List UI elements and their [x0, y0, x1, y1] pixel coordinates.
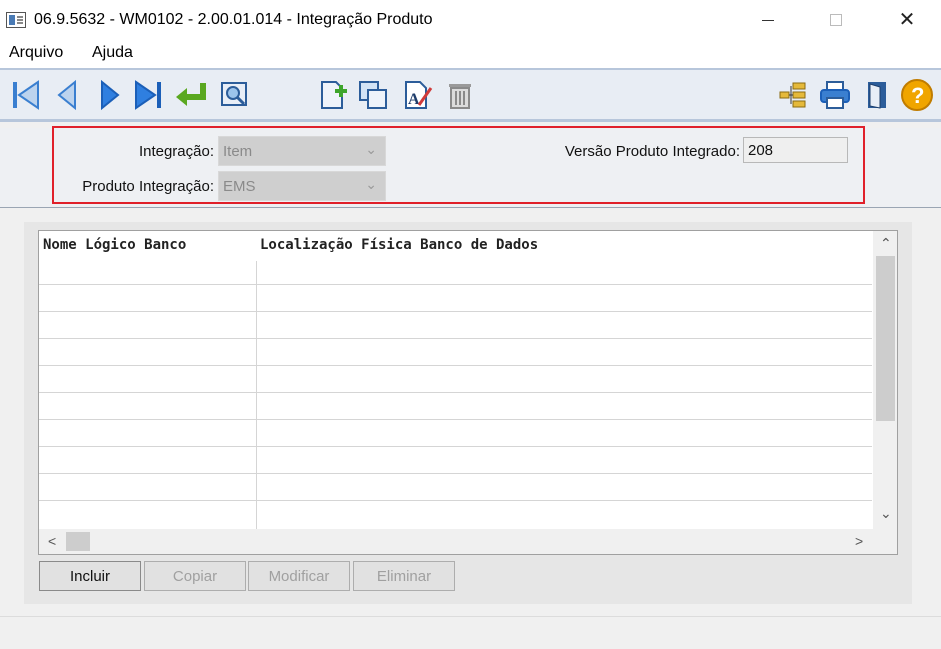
window-title: 06.9.5632 - WM0102 - 2.00.01.014 - Integ…	[34, 11, 433, 28]
previous-record-button[interactable]	[50, 78, 84, 112]
close-button[interactable]: ✕	[884, 0, 930, 40]
app-icon	[6, 12, 26, 28]
scroll-right-icon[interactable]: >	[855, 533, 863, 549]
tree-icon	[779, 82, 806, 108]
maximize-button[interactable]	[813, 0, 859, 40]
menu-arquivo[interactable]: Arquivo	[9, 44, 63, 62]
edit-icon: A	[405, 81, 433, 109]
highlight-box	[52, 126, 865, 204]
print-button[interactable]	[818, 78, 852, 112]
last-record-button[interactable]	[132, 78, 166, 112]
column-header-nome-logico[interactable]: Nome Lógico Banco	[43, 237, 186, 253]
minimize-icon	[762, 19, 774, 21]
table-row[interactable]	[39, 365, 872, 366]
menu-ajuda[interactable]: Ajuda	[92, 44, 133, 62]
print-icon	[820, 81, 850, 109]
copiar-button[interactable]: Copiar	[144, 561, 246, 591]
menu-bar: Arquivo Ajuda	[0, 40, 941, 68]
delete-icon	[449, 84, 471, 109]
toolbar: A ?	[0, 68, 941, 122]
column-header-localizacao[interactable]: Localização Física Banco de Dados	[260, 237, 538, 253]
table-row[interactable]	[39, 338, 872, 339]
help-icon: ?	[901, 79, 933, 111]
status-bar	[0, 616, 941, 649]
modificar-button[interactable]: Modificar	[248, 561, 350, 591]
edit-button[interactable]: A	[401, 78, 435, 112]
scroll-left-icon[interactable]: <	[48, 533, 56, 549]
table-row[interactable]	[39, 419, 872, 420]
svg-text:A: A	[408, 91, 420, 108]
help-button[interactable]: ?	[900, 78, 934, 112]
minimize-button[interactable]	[745, 0, 791, 40]
go-to-icon	[176, 83, 206, 106]
go-to-button[interactable]	[173, 78, 207, 112]
eliminar-button[interactable]: Eliminar	[353, 561, 455, 591]
maximize-icon	[830, 14, 842, 26]
copy-button[interactable]	[357, 78, 391, 112]
next-record-button[interactable]	[93, 78, 127, 112]
search-button[interactable]	[218, 78, 252, 112]
search-icon	[221, 82, 247, 106]
exit-icon	[868, 82, 886, 109]
last-record-icon	[135, 80, 161, 110]
scroll-up-icon[interactable]: ⌃	[880, 235, 892, 252]
exit-button[interactable]	[860, 78, 894, 112]
first-record-button[interactable]	[8, 78, 42, 112]
tree-button[interactable]	[776, 78, 810, 112]
table-row[interactable]	[39, 446, 872, 447]
column-divider	[256, 261, 257, 529]
vertical-scrollbar[interactable]: ⌃ ⌄	[873, 231, 897, 529]
data-grid[interactable]: Nome Lógico Banco Localização Física Ban…	[38, 230, 898, 555]
scroll-down-icon[interactable]: ⌄	[880, 505, 892, 522]
first-record-icon	[13, 80, 39, 110]
new-record-icon	[321, 81, 347, 109]
vertical-scroll-thumb[interactable]	[876, 256, 895, 421]
next-record-icon	[101, 79, 120, 111]
title-bar: 06.9.5632 - WM0102 - 2.00.01.014 - Integ…	[0, 0, 941, 40]
svg-text:?: ?	[911, 83, 924, 108]
copy-icon	[359, 81, 387, 109]
table-row[interactable]	[39, 392, 872, 393]
incluir-button[interactable]: Incluir	[39, 561, 141, 591]
delete-button[interactable]	[443, 78, 477, 112]
new-record-button[interactable]	[316, 78, 350, 112]
table-row[interactable]	[39, 500, 872, 501]
horizontal-scroll-thumb[interactable]	[66, 532, 90, 551]
table-row[interactable]	[39, 311, 872, 312]
close-icon: ✕	[898, 9, 916, 31]
horizontal-scrollbar[interactable]: < >	[39, 529, 897, 554]
table-row[interactable]	[39, 284, 872, 285]
table-row[interactable]	[39, 473, 872, 474]
previous-record-icon	[57, 79, 76, 111]
